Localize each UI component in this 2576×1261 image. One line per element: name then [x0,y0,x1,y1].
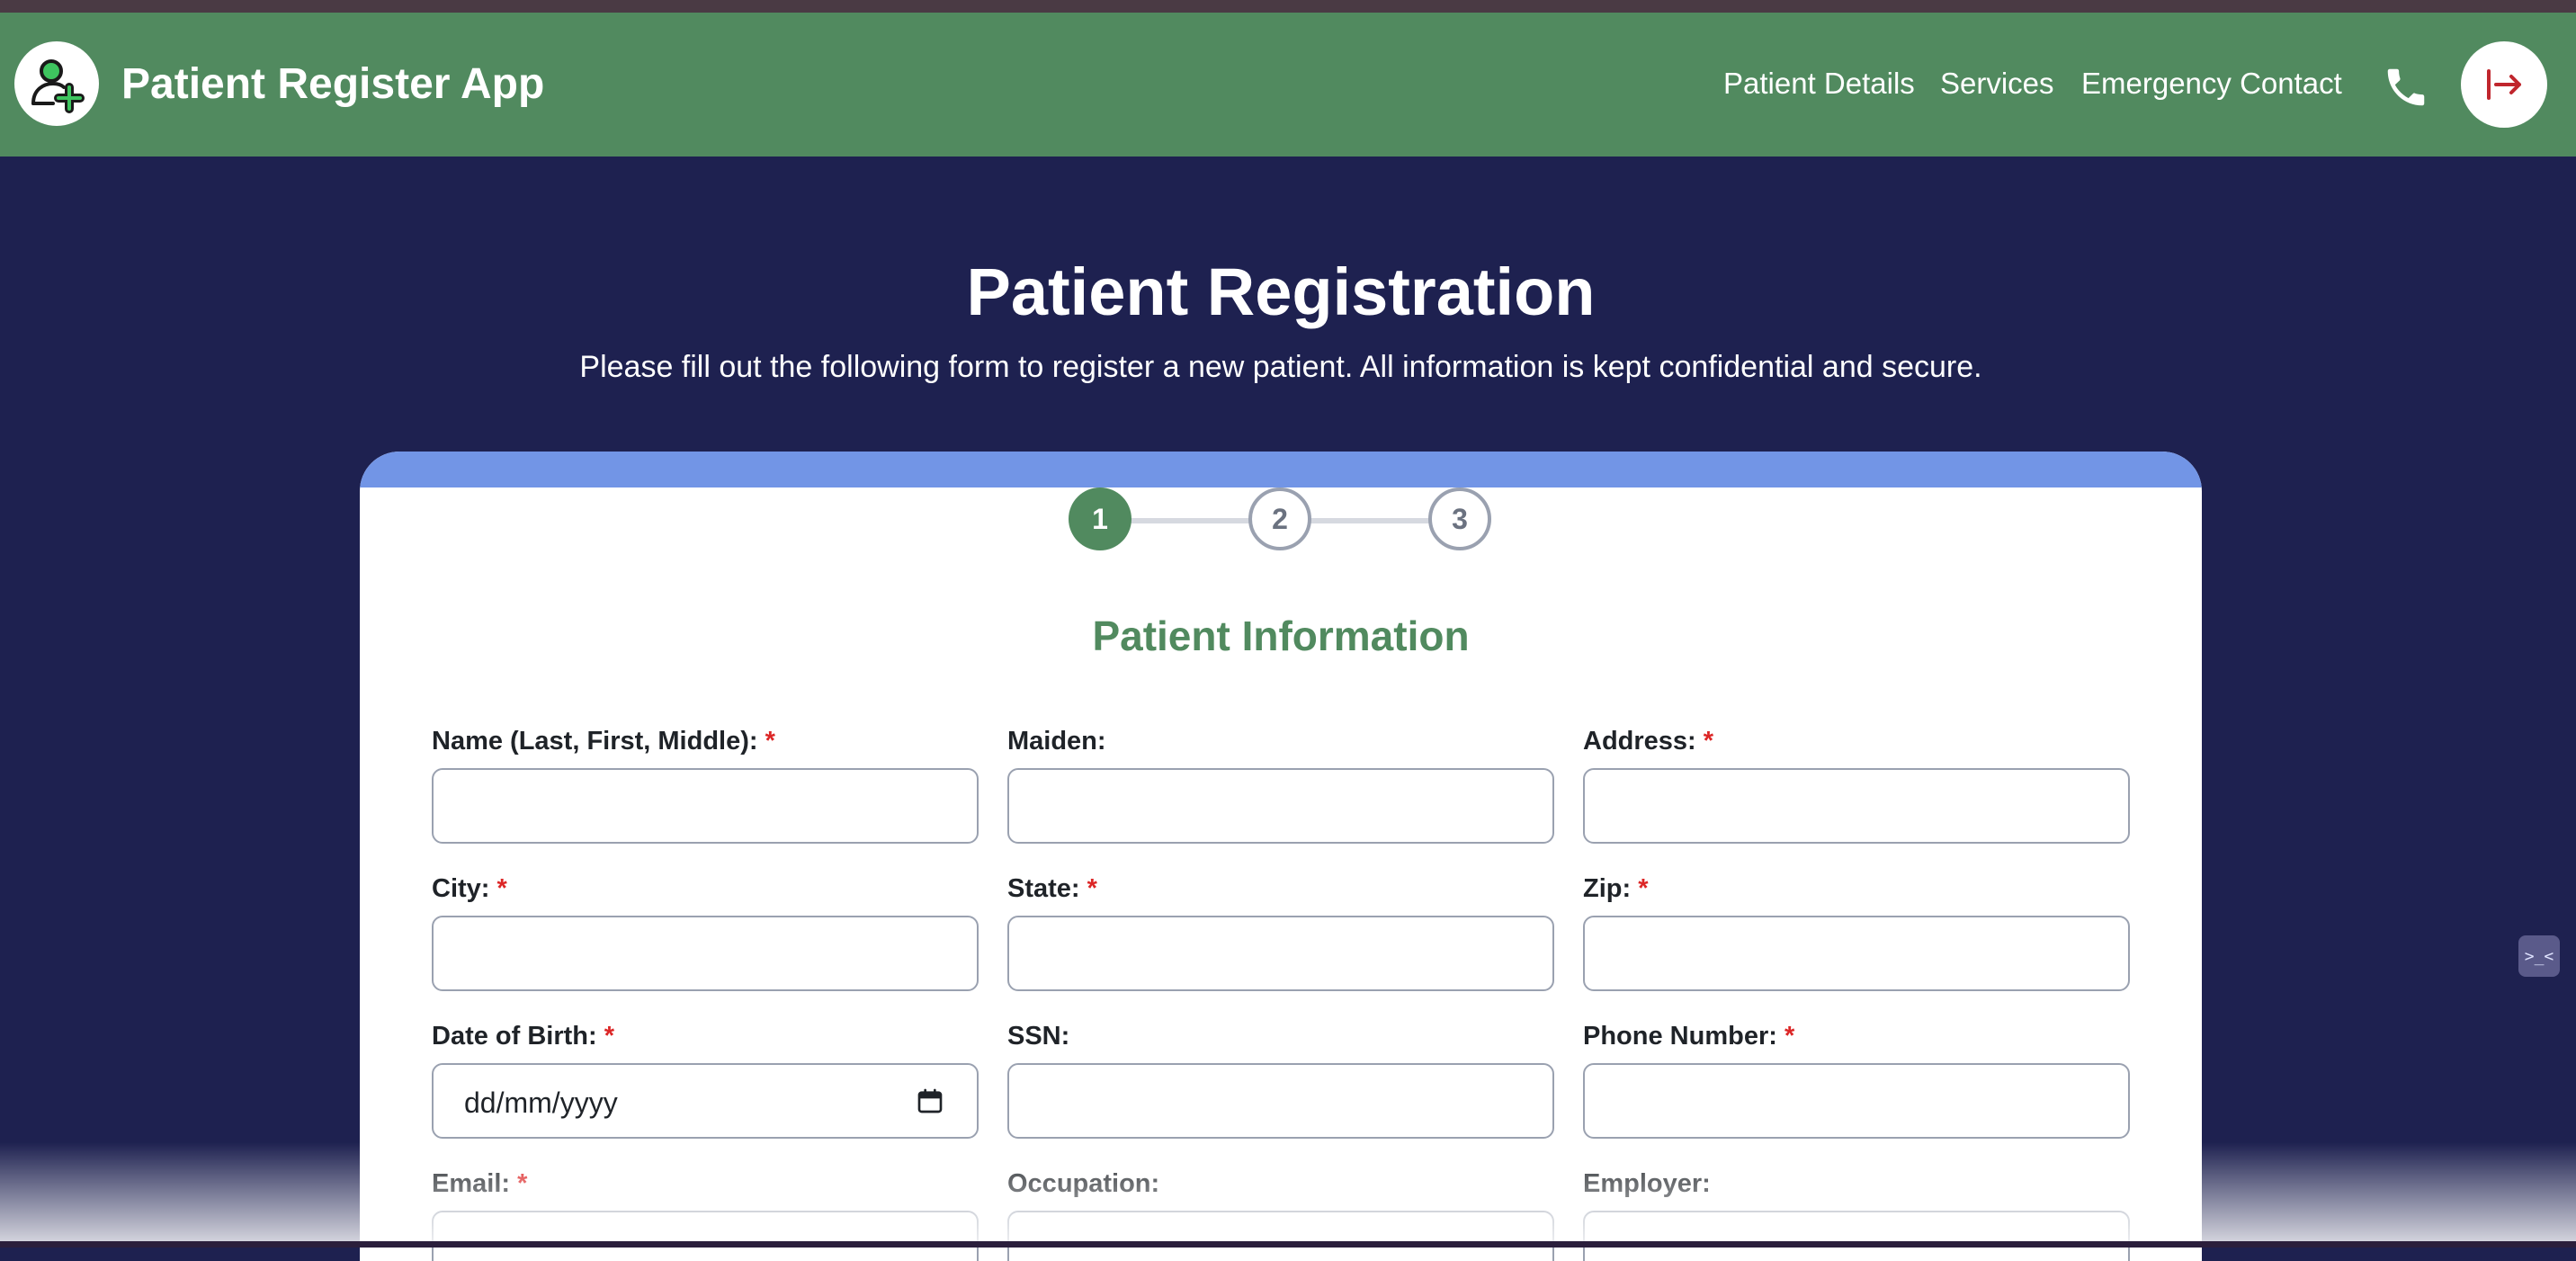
nav-link-patient-details[interactable]: Patient Details [1723,67,1915,101]
assistant-icon[interactable]: >_< [2518,935,2560,977]
state-label: State: * [1007,874,1097,903]
phone-button[interactable] [2382,63,2430,112]
name-label: Name (Last, First, Middle): * [432,727,775,756]
employer-input[interactable] [1583,1211,2130,1261]
zip-label: Zip: * [1583,874,1649,903]
dob-input[interactable]: dd/mm/yyyy [432,1063,979,1139]
dob-placeholder: dd/mm/yyyy [464,1087,618,1119]
page-title: Patient Registration [966,255,1596,329]
city-label: City: * [432,874,507,903]
dob-label: Date of Birth: * [432,1022,615,1051]
email-label: Email: * [432,1169,528,1198]
address-input[interactable] [1583,768,2130,844]
required-marker: * [604,1022,615,1051]
app-title: Patient Register App [121,60,545,108]
employer-label: Employer: [1583,1169,1711,1198]
browser-bottom-edge [0,1241,2576,1248]
city-input[interactable] [432,916,979,991]
section-title: Patient Information [1092,613,1470,659]
logout-icon [2487,69,2521,100]
phone-icon [2387,68,2425,106]
occupation-label: Occupation: [1007,1169,1160,1198]
maiden-label: Maiden: [1007,727,1106,756]
required-marker: * [517,1169,528,1198]
required-marker: * [1703,727,1714,756]
page-subtitle: Please fill out the following form to re… [579,350,1982,384]
registration-card: 1 2 3 Patient Information Name (Last, Fi… [360,452,2202,1261]
nav-link-emergency-contact[interactable]: Emergency Contact [2081,67,2342,101]
calendar-icon[interactable] [916,1087,944,1115]
email-input[interactable] [432,1211,979,1261]
required-marker: * [1087,874,1097,903]
maiden-input[interactable] [1007,768,1554,844]
ssn-input[interactable] [1007,1063,1554,1139]
ssn-label: SSN: [1007,1022,1070,1051]
address-label: Address: * [1583,727,1714,756]
card-accent-bar [360,452,2202,487]
step-2[interactable]: 2 [1248,487,1311,550]
browser-top-strip [0,0,2576,13]
app-logo[interactable] [14,41,99,126]
nav-link-services[interactable]: Services [1940,67,2054,101]
step-3[interactable]: 3 [1428,487,1491,550]
patient-add-icon [31,59,85,113]
navbar: Patient Register App Patient Details Ser… [0,13,2576,157]
phone-input[interactable] [1583,1063,2130,1139]
required-marker: * [1638,874,1649,903]
name-input[interactable] [432,768,979,844]
step-1[interactable]: 1 [1069,487,1131,550]
required-marker: * [496,874,507,903]
zip-input[interactable] [1583,916,2130,991]
state-input[interactable] [1007,916,1554,991]
required-marker: * [1784,1022,1795,1051]
occupation-input[interactable] [1007,1211,1554,1261]
phone-label: Phone Number: * [1583,1022,1795,1051]
required-marker: * [765,727,775,756]
logout-button[interactable] [2461,41,2547,128]
